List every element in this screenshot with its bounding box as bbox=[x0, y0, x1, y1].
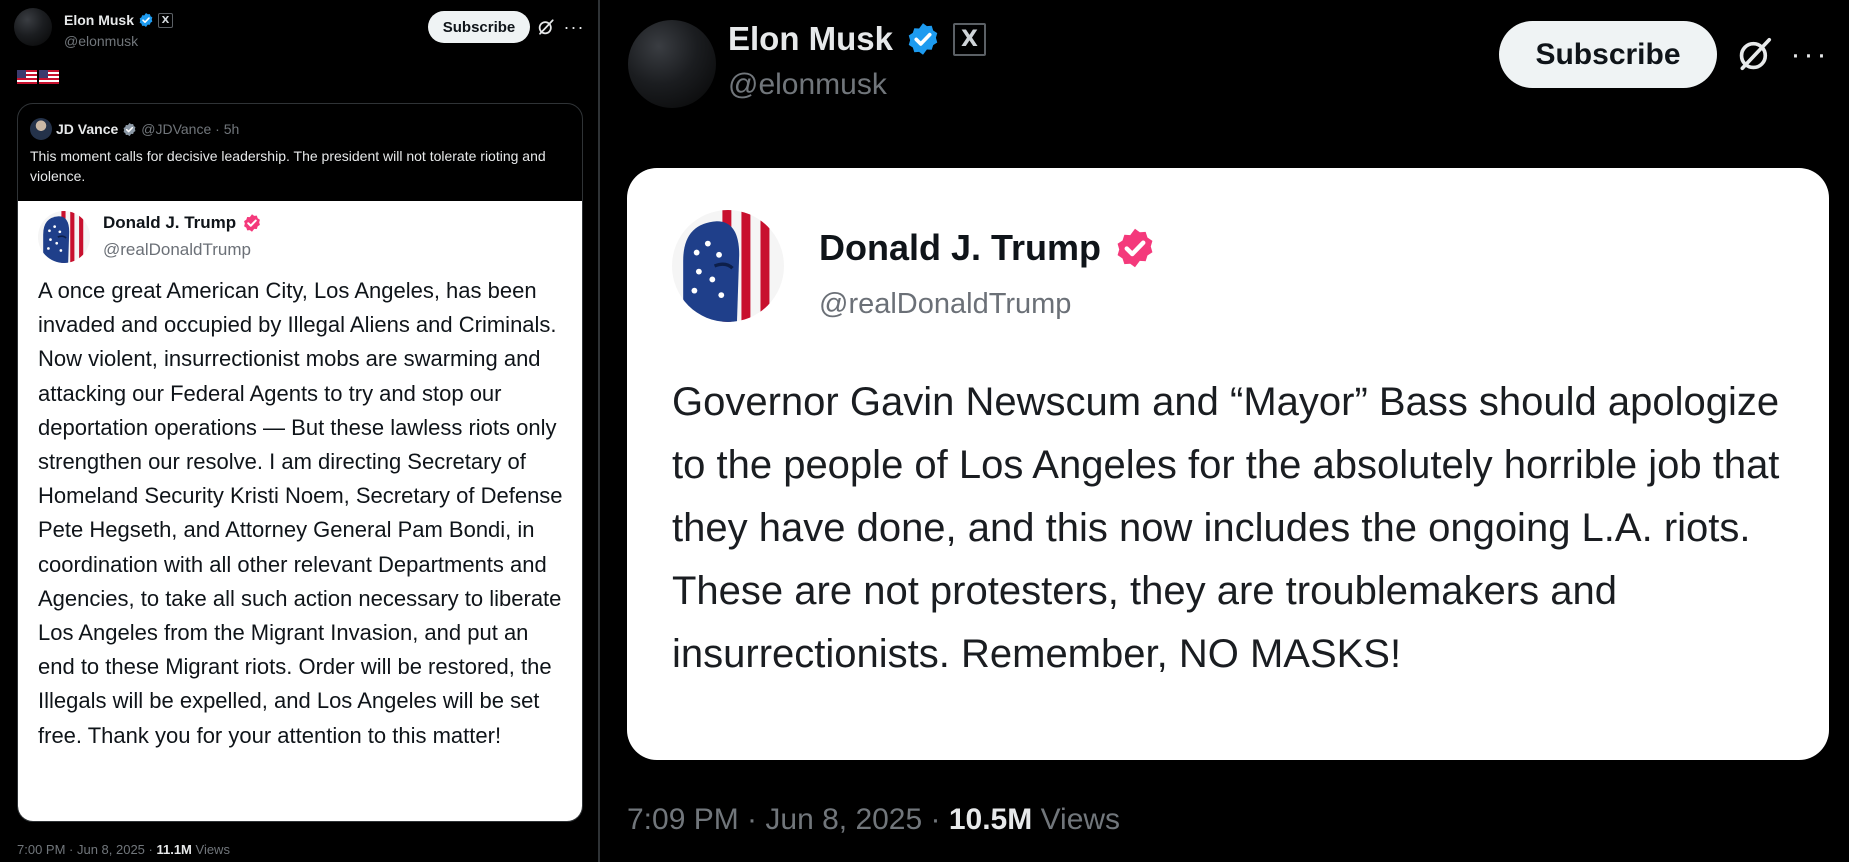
quoted-author-handle: @JDVance · 5h bbox=[141, 121, 239, 137]
card-author-name-row: Donald J. Trump bbox=[819, 226, 1157, 270]
quoted-tweet[interactable]: JD Vance @JDVance · 5h This moment calls… bbox=[17, 103, 583, 822]
verified-badge-icon bbox=[908, 23, 938, 55]
card-author-name: Donald J. Trump bbox=[103, 213, 237, 232]
quoted-author-avatar[interactable] bbox=[30, 118, 52, 140]
verified-badge-icon bbox=[1117, 228, 1153, 268]
author-avatar[interactable] bbox=[628, 20, 716, 108]
tweet-timestamp[interactable]: 7:09 PM · Jun 8, 2025 · bbox=[627, 803, 949, 836]
us-flag-icon bbox=[17, 70, 37, 84]
card-post-text: Governor Gavin Newscum and “Mayor” Bass … bbox=[672, 380, 1780, 676]
card-author-name: Donald J. Trump bbox=[819, 227, 1102, 268]
quoted-time[interactable]: · 5h bbox=[215, 121, 239, 137]
trump-post-screenshot: Donald J. Trump @realDonaldTrump A once … bbox=[18, 201, 582, 821]
author-avatar[interactable] bbox=[14, 8, 52, 46]
author-name[interactable]: Elon Musk bbox=[728, 20, 893, 58]
author-name[interactable]: Elon Musk bbox=[64, 12, 134, 28]
verified-badge-icon bbox=[139, 13, 153, 27]
card-post-text: A once great American City, Los Angeles,… bbox=[38, 278, 563, 748]
author-handle[interactable]: @elonmusk bbox=[64, 33, 138, 49]
views-label: Views bbox=[1032, 803, 1121, 836]
trump-avatar bbox=[38, 211, 90, 263]
left-tweet-panel: Elon Musk X @elonmusk Subscribe ··· JD V… bbox=[0, 0, 598, 862]
author-name-row[interactable]: Elon Musk X bbox=[728, 20, 987, 58]
tweet-metadata: 7:09 PM · Jun 8, 2025 · 10.5M Views bbox=[627, 803, 1120, 837]
quoted-handle-text[interactable]: @JDVance bbox=[141, 121, 211, 137]
verified-badge-icon bbox=[244, 214, 261, 232]
subscribe-button[interactable]: Subscribe bbox=[1499, 21, 1717, 88]
author-name-row[interactable]: Elon Musk X bbox=[64, 12, 174, 28]
x-affiliate-badge-icon: X bbox=[953, 22, 987, 56]
card-author-handle: @realDonaldTrump bbox=[103, 240, 251, 259]
us-flag-icon bbox=[39, 70, 59, 84]
views-count[interactable]: 11.1M bbox=[156, 842, 191, 857]
right-tweet-panel: Elon Musk X @elonmusk Subscribe ··· Dona… bbox=[600, 0, 1849, 862]
card-author-name-row: Donald J. Trump bbox=[103, 213, 262, 233]
subscribe-button[interactable]: Subscribe bbox=[428, 11, 530, 43]
more-icon[interactable]: ··· bbox=[1790, 38, 1830, 71]
grok-icon[interactable] bbox=[1734, 33, 1776, 75]
quoted-author-name[interactable]: JD Vance bbox=[56, 121, 118, 137]
x-affiliate-badge-icon: X bbox=[158, 12, 174, 28]
grok-icon[interactable] bbox=[535, 16, 557, 38]
trump-post-screenshot: Donald J. Trump @realDonaldTrump Governo… bbox=[627, 168, 1829, 760]
quoted-tweet-text: This moment calls for decisive leadershi… bbox=[30, 148, 546, 184]
verified-badge-icon bbox=[123, 122, 136, 136]
trump-avatar bbox=[672, 210, 784, 322]
flag-emojis bbox=[17, 70, 59, 84]
more-icon[interactable]: ··· bbox=[562, 16, 586, 38]
tweet-metadata: 7:00 PM · Jun 8, 2025 · 11.1M Views bbox=[17, 842, 230, 857]
views-count[interactable]: 10.5M bbox=[949, 803, 1032, 836]
author-handle[interactable]: @elonmusk bbox=[728, 68, 887, 102]
views-label: Views bbox=[191, 842, 230, 857]
quoted-tweet-header: JD Vance @JDVance · 5h bbox=[30, 118, 239, 140]
tweet-timestamp[interactable]: 7:00 PM · Jun 8, 2025 · bbox=[17, 842, 156, 857]
card-author-handle: @realDonaldTrump bbox=[819, 288, 1072, 320]
